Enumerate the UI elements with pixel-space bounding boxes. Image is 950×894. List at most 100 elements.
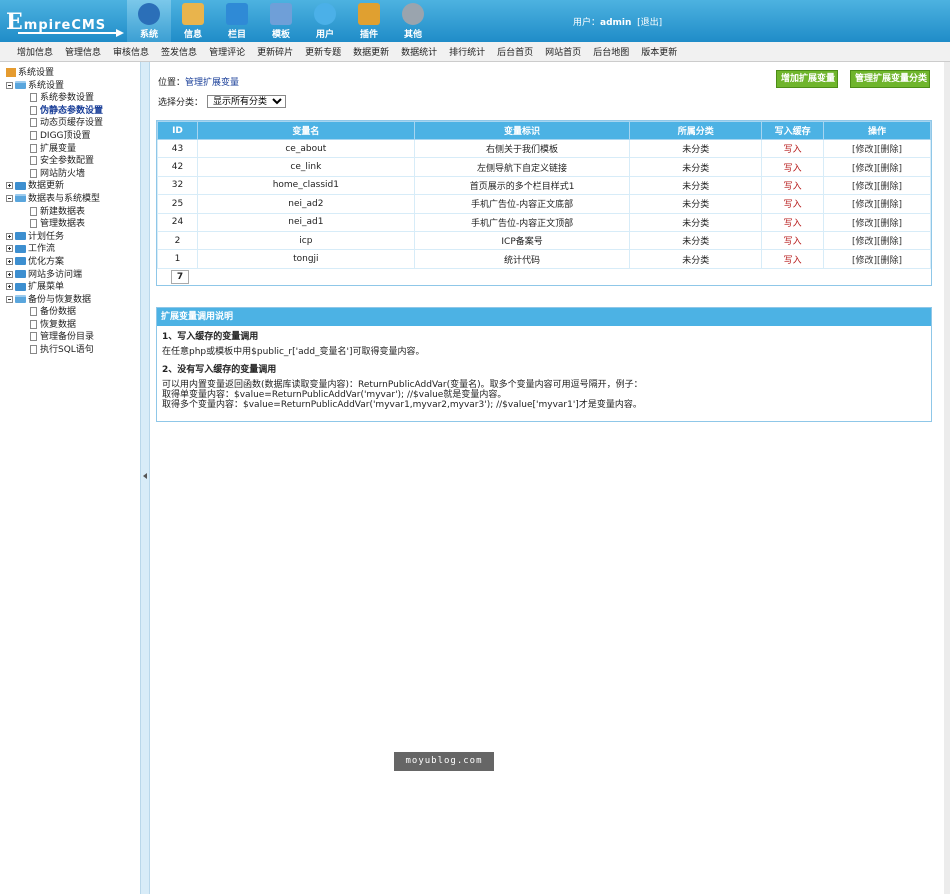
- top-nav-document-edit[interactable]: 信息: [171, 0, 215, 42]
- expand-icon[interactable]: [6, 257, 13, 265]
- cell-write-cache[interactable]: 写入: [761, 138, 825, 159]
- cell-var-name: icp: [196, 230, 415, 251]
- tree-folder[interactable]: 系统设置: [0, 80, 140, 93]
- empirecms-logo[interactable]: EmpireCMS: [4, 5, 124, 37]
- edit-link[interactable]: [修改]: [852, 182, 877, 192]
- tree-leaf[interactable]: 新建数据表: [0, 206, 140, 219]
- column-header: 写入缓存: [761, 121, 825, 140]
- tree-leaf[interactable]: 系统参数设置: [0, 92, 140, 105]
- submenu-item[interactable]: 后台地图: [593, 45, 629, 58]
- tree-leaf-label: 执行SQL语句: [40, 345, 94, 356]
- page-number[interactable]: 7: [171, 269, 189, 284]
- submenu-item[interactable]: 更新碎片: [257, 45, 293, 58]
- cell-write-cache[interactable]: 写入: [761, 157, 825, 177]
- submenu-item[interactable]: 网站首页: [545, 45, 581, 58]
- top-nav-folder[interactable]: 栏目: [215, 0, 259, 42]
- tree-leaf[interactable]: DIGG顶设置: [0, 130, 140, 143]
- table-row: 25 nei_ad2 手机广告位-内容正文底部 未分类 写入 [修改][删除]: [157, 194, 931, 214]
- collapse-icon[interactable]: [6, 295, 13, 303]
- expand-icon[interactable]: [6, 270, 13, 278]
- top-nav-gear[interactable]: 其他: [391, 0, 435, 42]
- help-body: 1、写入缓存的变量调用 在任意php或模板中用$public_r['add_变量…: [157, 326, 931, 410]
- tree-leaf[interactable]: 恢复数据: [0, 319, 140, 332]
- tree-folder[interactable]: 优化方案: [0, 256, 140, 269]
- delete-link[interactable]: [删除]: [877, 164, 902, 174]
- cell-write-cache[interactable]: 写入: [761, 212, 825, 232]
- collapse-icon[interactable]: [6, 81, 13, 89]
- delete-link[interactable]: [删除]: [877, 256, 902, 266]
- collapse-icon[interactable]: [6, 194, 13, 202]
- top-nav-user[interactable]: 用户: [303, 0, 347, 42]
- edit-link[interactable]: [修改]: [852, 200, 877, 210]
- delete-link[interactable]: [删除]: [877, 145, 902, 155]
- cell-write-cache[interactable]: 写入: [761, 230, 825, 251]
- tree-folder[interactable]: 数据表与系统模型: [0, 193, 140, 206]
- tree-leaf[interactable]: 备份数据: [0, 306, 140, 319]
- top-nav-window[interactable]: 模板: [259, 0, 303, 42]
- expand-icon[interactable]: [6, 232, 13, 240]
- tree-folder[interactable]: 计划任务: [0, 231, 140, 244]
- submenu-item[interactable]: 审核信息: [113, 45, 149, 58]
- cell-operations: [修改][删除]: [823, 157, 931, 177]
- submenu-item[interactable]: 后台首页: [497, 45, 533, 58]
- submenu-item[interactable]: 更新专题: [305, 45, 341, 58]
- tree-leaf[interactable]: 网站防火墙: [0, 168, 140, 181]
- edit-link[interactable]: [修改]: [852, 219, 877, 229]
- tree-leaf[interactable]: 管理备份目录: [0, 331, 140, 344]
- delete-link[interactable]: [删除]: [877, 219, 902, 229]
- tree-leaf[interactable]: 执行SQL语句: [0, 344, 140, 357]
- tree-folder[interactable]: 工作流: [0, 243, 140, 256]
- table-row: 2 icp ICP备案号 未分类 写入 [修改][删除]: [157, 230, 931, 251]
- submenu-item[interactable]: 版本更新: [641, 45, 677, 58]
- cell-write-cache[interactable]: 写入: [761, 175, 825, 196]
- manage-variable-class-button[interactable]: 管理扩展变量分类: [850, 70, 930, 88]
- edit-link[interactable]: [修改]: [852, 256, 877, 266]
- logout-link[interactable]: [退出]: [637, 18, 662, 28]
- top-nav-tools[interactable]: 插件: [347, 0, 391, 42]
- tree-leaf[interactable]: 管理数据表: [0, 218, 140, 231]
- submenu-item[interactable]: 管理信息: [65, 45, 101, 58]
- tree-folder-label: 数据表与系统模型: [28, 193, 101, 204]
- tree-leaf[interactable]: 伪静态参数设置: [0, 105, 140, 118]
- submenu-item[interactable]: 管理评论: [209, 45, 245, 58]
- delete-link[interactable]: [删除]: [877, 237, 902, 247]
- filter-label: 选择分类：: [158, 98, 204, 108]
- delete-link[interactable]: [删除]: [877, 200, 902, 210]
- tree-folder[interactable]: 数据更新: [0, 180, 140, 193]
- tree-folder[interactable]: 网站多访问端: [0, 269, 140, 282]
- submenu-item[interactable]: 数据统计: [401, 45, 437, 58]
- sidebar-splitter[interactable]: [141, 62, 150, 894]
- folder-icon: [226, 3, 248, 25]
- expand-icon[interactable]: [6, 283, 13, 291]
- cell-write-cache[interactable]: 写入: [761, 249, 825, 269]
- cell-write-cache[interactable]: 写入: [761, 194, 825, 214]
- collapse-arrow-icon[interactable]: [143, 473, 147, 479]
- add-variable-button[interactable]: 增加扩展变量: [776, 70, 838, 88]
- edit-link[interactable]: [修改]: [852, 164, 877, 174]
- breadcrumb-link[interactable]: 管理扩展变量: [185, 78, 239, 88]
- tree-folder[interactable]: 扩展菜单: [0, 281, 140, 294]
- column-header: 变量标识: [413, 121, 631, 140]
- document-icon: [30, 168, 37, 178]
- tree-leaf[interactable]: 安全参数配置: [0, 155, 140, 168]
- tree-folder-label: 扩展菜单: [28, 282, 65, 293]
- submenu-item[interactable]: 数据更新: [353, 45, 389, 58]
- submenu-item[interactable]: 签发信息: [161, 45, 197, 58]
- tree-root[interactable]: 系统设置: [0, 67, 140, 80]
- top-nav-globe[interactable]: 系统: [127, 0, 171, 42]
- tree-leaf[interactable]: 扩展变量: [0, 143, 140, 156]
- expand-icon[interactable]: [6, 182, 13, 190]
- category-select[interactable]: 显示所有分类: [207, 95, 287, 108]
- document-icon: [30, 130, 37, 140]
- cell-category: 未分类: [629, 249, 763, 269]
- tree-leaf[interactable]: 动态页缓存设置: [0, 117, 140, 130]
- submenu-item[interactable]: 排行统计: [449, 45, 485, 58]
- tree-folder[interactable]: 备份与恢复数据: [0, 294, 140, 307]
- right-scroll-strip[interactable]: [944, 62, 950, 894]
- submenu-item[interactable]: 增加信息: [17, 45, 53, 58]
- expand-icon[interactable]: [6, 245, 13, 253]
- delete-link[interactable]: [删除]: [877, 182, 902, 192]
- edit-link[interactable]: [修改]: [852, 145, 877, 155]
- cell-operations: [修改][删除]: [823, 175, 931, 196]
- edit-link[interactable]: [修改]: [852, 237, 877, 247]
